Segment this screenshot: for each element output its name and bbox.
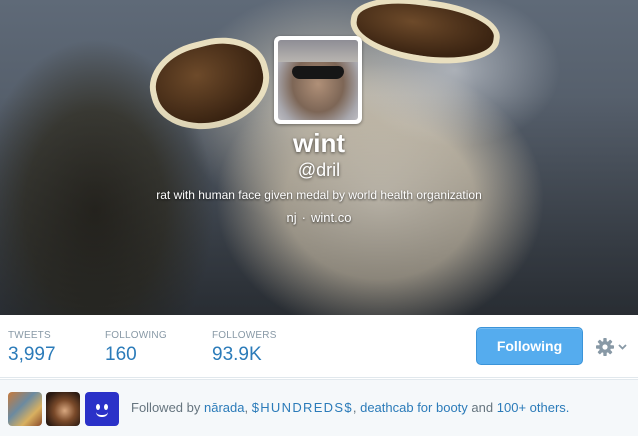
- stat-tweets-label: TWEETS: [8, 330, 51, 341]
- stat-tweets[interactable]: TWEETS 3,997: [8, 330, 56, 366]
- following-button[interactable]: Following: [476, 327, 583, 365]
- follower-avatar[interactable]: [85, 392, 119, 426]
- follower-avatar[interactable]: [8, 392, 42, 426]
- meta-separator: ·: [301, 210, 306, 225]
- stat-following-label: FOLLOWING: [105, 330, 167, 341]
- stat-tweets-value: 3,997: [8, 344, 56, 365]
- user-actions-dropdown[interactable]: [595, 337, 631, 357]
- profile-url-link[interactable]: wint.co: [311, 210, 351, 225]
- follower-link-deathcab[interactable]: deathcab for booty: [360, 400, 468, 415]
- follower-avatar[interactable]: [46, 392, 80, 426]
- profile-meta: nj · wint.co: [0, 210, 638, 225]
- gear-icon: [595, 337, 615, 357]
- stat-following[interactable]: FOLLOWING 160: [105, 330, 167, 366]
- profile-location: nj: [286, 210, 297, 225]
- followed-by-bar: Followed by nārada, $HUNDREDS$, deathcab…: [0, 379, 638, 436]
- profile-bio: rat with human face given medal by world…: [156, 188, 482, 202]
- profile-name[interactable]: wint: [0, 128, 638, 159]
- chevron-down-icon: [618, 344, 627, 350]
- followed-by-text: Followed by nārada, $HUNDREDS$, deathcab…: [131, 400, 570, 415]
- profile-handle[interactable]: @dril: [0, 160, 638, 181]
- followed-by-prefix: Followed by: [131, 400, 201, 415]
- avatar-sunglasses: [292, 66, 344, 79]
- follower-link-narada[interactable]: nārada: [204, 400, 244, 415]
- stat-followers-value: 93.9K: [212, 344, 262, 365]
- stat-followers-label: FOLLOWERS: [212, 330, 277, 341]
- followed-by-connector: and: [471, 400, 494, 415]
- followed-by-others-link[interactable]: 100+ others.: [497, 400, 570, 415]
- profile-avatar[interactable]: [274, 36, 362, 124]
- follower-link-hundreds[interactable]: $HUNDREDS$: [252, 400, 353, 415]
- stat-followers[interactable]: FOLLOWERS 93.9K: [212, 330, 277, 366]
- stat-following-value: 160: [105, 344, 137, 365]
